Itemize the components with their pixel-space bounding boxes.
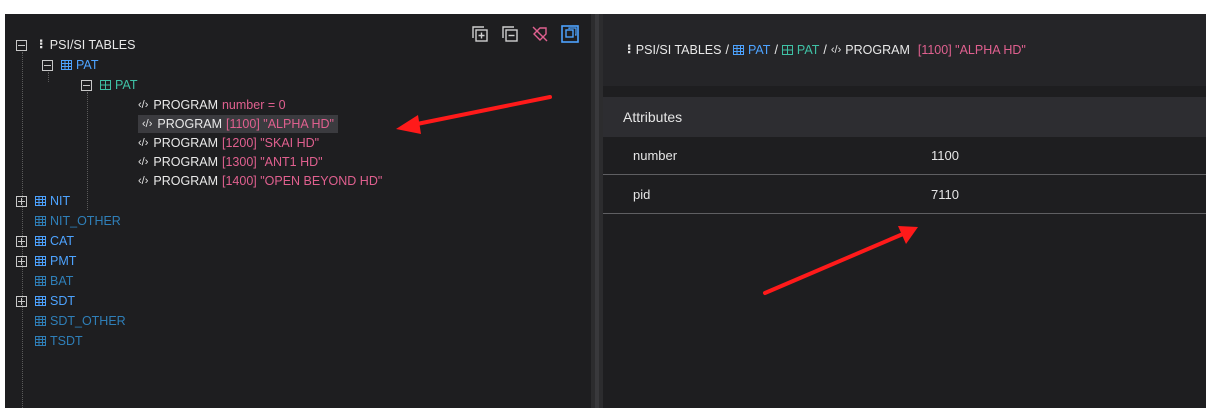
- expand-toggle-icon[interactable]: [16, 195, 27, 207]
- code-tag-icon: ‹/›: [830, 44, 842, 56]
- attribute-value: 1100: [931, 148, 959, 163]
- table-icon: [61, 60, 72, 70]
- section-icon: [781, 45, 793, 55]
- breadcrumb-separator: /: [725, 43, 729, 57]
- table-icon: [732, 45, 744, 55]
- breadcrumb-pat-section[interactable]: PAT: [797, 43, 819, 57]
- app-window: ⠸ PSI/SI TABLES PAT PAT ‹/› PROGRAM numb…: [0, 0, 1206, 408]
- attribute-row: number 1100: [603, 137, 1206, 175]
- tree-root-icon: ⠸: [623, 43, 632, 57]
- code-tag-icon: ‹/›: [138, 175, 149, 187]
- breadcrumb-root[interactable]: PSI/SI TABLES: [636, 43, 722, 57]
- section-icon: [100, 80, 111, 90]
- collapse-toggle-icon[interactable]: [81, 79, 92, 91]
- code-tag-icon: ‹/›: [138, 156, 149, 168]
- tree-node-program[interactable]: ‹/› PROGRAM [1400] "OPEN BEYOND HD": [138, 172, 382, 190]
- breadcrumb: ⠸ PSI/SI TABLES / PAT / PAT / ‹/› PROGRA…: [603, 14, 1206, 86]
- tree-node-nit-other[interactable]: NIT_OTHER: [35, 212, 121, 230]
- code-tag-icon: ‹/›: [138, 137, 149, 149]
- table-icon: [35, 336, 46, 346]
- tables-tree: ⠸ PSI/SI TABLES PAT PAT ‹/› PROGRAM numb…: [5, 14, 591, 408]
- tree-node-bat[interactable]: BAT: [35, 272, 73, 290]
- table-icon: [35, 316, 46, 326]
- tree-node-sdt-other[interactable]: SDT_OTHER: [35, 312, 126, 330]
- tree-node-program[interactable]: ‹/› PROGRAM [1200] "SKAI HD": [138, 134, 319, 152]
- tree-node-program-selected[interactable]: ‹/› PROGRAM [1100] "ALPHA HD": [138, 115, 338, 133]
- tree-node-sdt[interactable]: SDT: [16, 292, 75, 310]
- expand-toggle-icon[interactable]: [16, 235, 27, 247]
- tree-node-pmt[interactable]: PMT: [16, 252, 76, 270]
- tree-pane: ⠸ PSI/SI TABLES PAT PAT ‹/› PROGRAM numb…: [5, 14, 591, 408]
- breadcrumb-separator: /: [774, 43, 778, 57]
- breadcrumb-program-value: [1100] "ALPHA HD": [917, 43, 1026, 57]
- attributes-heading: Attributes: [603, 97, 1206, 137]
- expand-toggle-icon[interactable]: [16, 255, 27, 267]
- table-icon: [35, 236, 46, 246]
- collapse-toggle-icon[interactable]: [42, 59, 53, 71]
- code-tag-icon: ‹/›: [138, 99, 149, 111]
- breadcrumb-separator: /: [823, 43, 827, 57]
- tree-node-program[interactable]: ‹/› PROGRAM number = 0: [138, 96, 286, 114]
- table-icon: [35, 296, 46, 306]
- breadcrumb-program[interactable]: PROGRAM: [845, 43, 910, 57]
- table-icon: [35, 256, 46, 266]
- table-icon: [35, 216, 46, 226]
- tree-node-pat-section[interactable]: PAT: [81, 76, 137, 94]
- tree-node-root[interactable]: ⠸ PSI/SI TABLES: [16, 36, 135, 54]
- tree-node-tsdt[interactable]: TSDT: [35, 332, 83, 350]
- splitter-grip[interactable]: [595, 14, 599, 408]
- tree-node-pat[interactable]: PAT: [42, 56, 98, 74]
- expand-toggle-icon[interactable]: [16, 295, 27, 307]
- details-pane: ⠸ PSI/SI TABLES / PAT / PAT / ‹/› PROGRA…: [603, 14, 1206, 408]
- attribute-row: pid 7110: [603, 176, 1206, 214]
- tree-node-cat[interactable]: CAT: [16, 232, 74, 250]
- breadcrumb-pat[interactable]: PAT: [748, 43, 770, 57]
- table-icon: [35, 196, 46, 206]
- attribute-value: 7110: [931, 187, 959, 202]
- table-icon: [35, 276, 46, 286]
- tree-node-nit[interactable]: NIT: [16, 192, 70, 210]
- tree-root-icon: ⠸: [35, 38, 44, 52]
- attribute-key: number: [633, 148, 678, 163]
- attribute-key: pid: [633, 187, 651, 202]
- tree-node-program[interactable]: ‹/› PROGRAM [1300] "ANT1 HD": [138, 153, 323, 171]
- code-tag-icon: ‹/›: [142, 118, 153, 130]
- collapse-toggle-icon[interactable]: [16, 39, 27, 51]
